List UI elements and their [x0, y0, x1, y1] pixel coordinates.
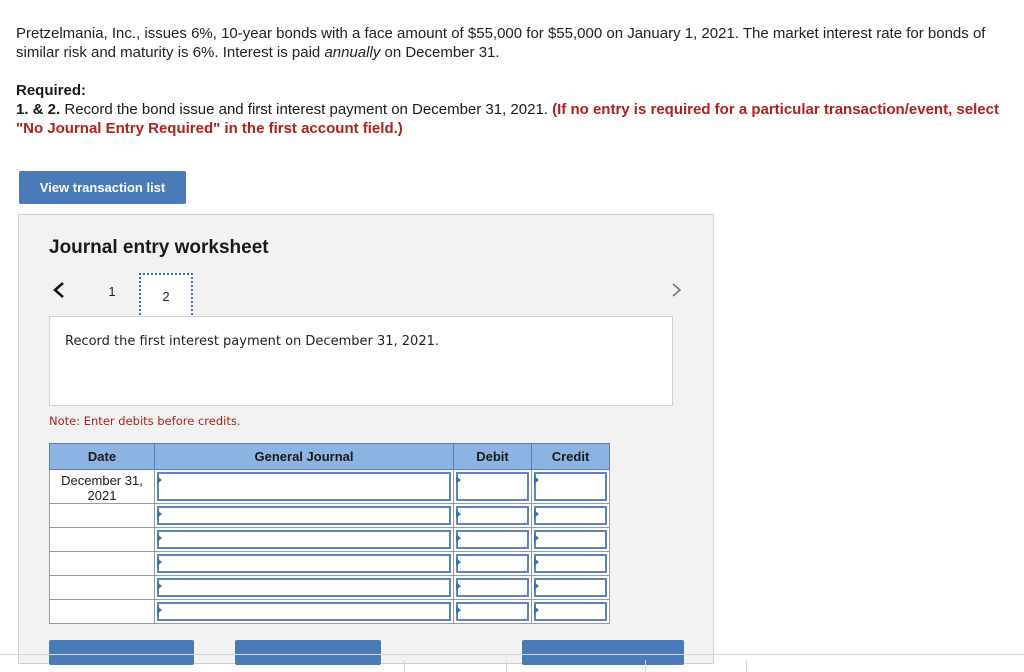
- account-input[interactable]: [157, 530, 451, 549]
- bottom-divider-tick: [645, 660, 646, 672]
- debit-input[interactable]: [456, 472, 529, 501]
- general-journal-header: General Journal: [154, 443, 454, 470]
- account-cell[interactable]: [154, 469, 454, 504]
- required-instruction: 1. & 2. Record the bond issue and first …: [16, 100, 1006, 138]
- account-cell[interactable]: [154, 599, 454, 624]
- table-row: [49, 551, 610, 576]
- debit-input[interactable]: [456, 602, 529, 621]
- problem-statement: Pretzelmania, Inc., issues 6%, 10-year b…: [16, 24, 1006, 62]
- worksheet-title: Journal entry worksheet: [49, 237, 269, 258]
- date-header: Date: [49, 443, 155, 470]
- debit-cell[interactable]: [453, 599, 532, 624]
- date-cell: [49, 551, 155, 576]
- bottom-divider-tick: [404, 660, 405, 672]
- debit-cell[interactable]: [453, 575, 532, 600]
- journal-entry-worksheet: Journal entry worksheet 1 2 Record the f…: [18, 214, 714, 665]
- chevron-left-icon[interactable]: [51, 279, 67, 301]
- credit-header: Credit: [531, 443, 610, 470]
- required-text: Record the bond issue and first interest…: [60, 101, 553, 118]
- table-row: [49, 527, 610, 552]
- debit-cell[interactable]: [453, 469, 532, 504]
- chevron-right-icon[interactable]: [669, 279, 685, 301]
- account-input[interactable]: [157, 506, 451, 525]
- date-cell: December 31, 2021: [49, 469, 155, 504]
- credit-cell[interactable]: [531, 575, 610, 600]
- date-cell: [49, 575, 155, 600]
- record-entry-button[interactable]: [49, 640, 194, 665]
- table-row: [49, 503, 610, 528]
- account-cell[interactable]: [154, 527, 454, 552]
- clear-entry-button[interactable]: [235, 640, 381, 665]
- credit-cell[interactable]: [531, 599, 610, 624]
- bottom-divider-tick: [506, 660, 507, 672]
- credit-cell[interactable]: [531, 527, 610, 552]
- credit-input[interactable]: [534, 602, 607, 621]
- debit-input[interactable]: [456, 554, 529, 573]
- debit-cell[interactable]: [453, 503, 532, 528]
- account-input[interactable]: [157, 578, 451, 597]
- credit-cell[interactable]: [531, 469, 610, 504]
- account-cell[interactable]: [154, 503, 454, 528]
- debit-input[interactable]: [456, 578, 529, 597]
- account-input[interactable]: [157, 554, 451, 573]
- debit-cell[interactable]: [453, 551, 532, 576]
- table-row: December 31, 2021: [49, 469, 610, 504]
- date-cell: [49, 527, 155, 552]
- account-input[interactable]: [157, 472, 451, 501]
- debit-cell[interactable]: [453, 527, 532, 552]
- journal-header-row: Date General Journal Debit Credit: [49, 443, 610, 470]
- bottom-divider: [0, 654, 1024, 655]
- debit-input[interactable]: [456, 506, 529, 525]
- date-cell: [49, 503, 155, 528]
- date-cell: [49, 599, 155, 624]
- problem-text-emphasis: annually: [324, 44, 381, 61]
- problem-text-2: on December 31.: [380, 44, 500, 61]
- account-input[interactable]: [157, 602, 451, 621]
- problem-text-1: Pretzelmania, Inc., issues 6%, 10-year b…: [16, 25, 986, 61]
- required-title: Required:: [16, 82, 87, 99]
- credit-cell[interactable]: [531, 551, 610, 576]
- required-number: 1. & 2.: [16, 101, 61, 118]
- bottom-divider-tick: [746, 660, 747, 672]
- account-cell[interactable]: [154, 551, 454, 576]
- view-general-journal-button[interactable]: [522, 640, 684, 665]
- credit-cell[interactable]: [531, 503, 610, 528]
- credit-input[interactable]: [534, 530, 607, 549]
- table-row: [49, 599, 610, 624]
- credit-input[interactable]: [534, 472, 607, 501]
- debit-credit-note: Note: Enter debits before credits.: [49, 414, 241, 428]
- account-cell[interactable]: [154, 575, 454, 600]
- table-row: [49, 575, 610, 600]
- credit-input[interactable]: [534, 506, 607, 525]
- tab-entry-1[interactable]: 1: [85, 273, 139, 309]
- tab-entry-2[interactable]: 2: [139, 273, 193, 319]
- journal-table: Date General Journal Debit Credit Decemb…: [49, 443, 610, 624]
- required-section: Required: 1. & 2. Record the bond issue …: [16, 81, 1006, 138]
- view-transaction-list-button[interactable]: View transaction list: [19, 171, 186, 204]
- credit-input[interactable]: [534, 578, 607, 597]
- worksheet-instruction: Record the first interest payment on Dec…: [49, 316, 673, 406]
- debit-header: Debit: [453, 443, 532, 470]
- debit-input[interactable]: [456, 530, 529, 549]
- credit-input[interactable]: [534, 554, 607, 573]
